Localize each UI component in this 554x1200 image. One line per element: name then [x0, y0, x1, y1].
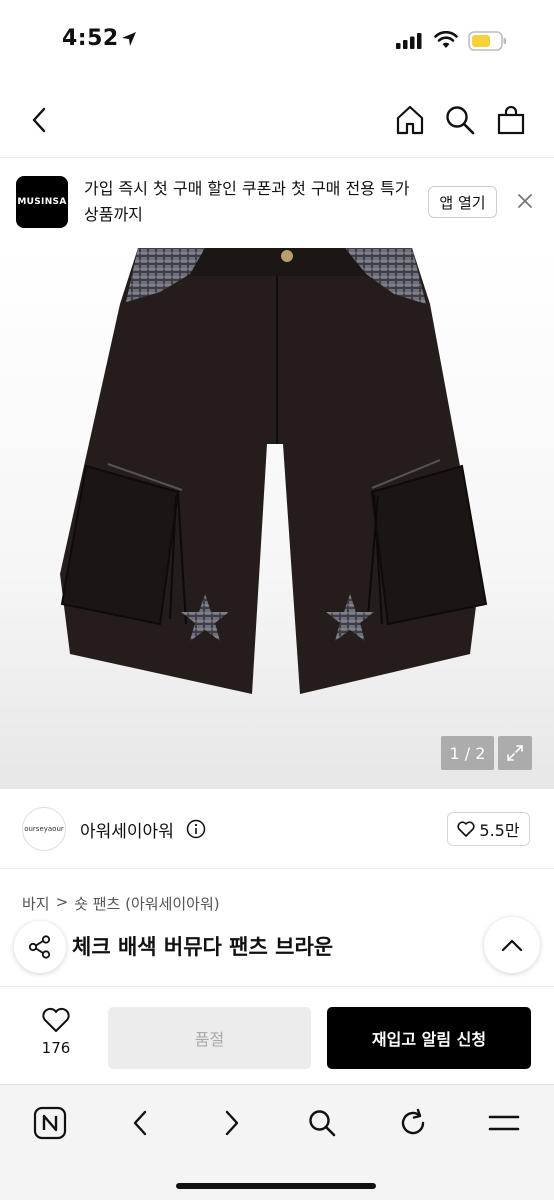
status-bar: 4:52: [0, 0, 554, 82]
share-button[interactable]: [14, 921, 66, 973]
search-icon: [309, 1110, 336, 1137]
browser-forward-button[interactable]: [212, 1103, 252, 1143]
home-button[interactable]: [392, 102, 428, 138]
wishlist-button[interactable]: 176: [22, 1007, 90, 1067]
app-header: [0, 82, 554, 158]
product-title-row: 체크 배색 버뮤다 팬츠 브라운: [0, 915, 554, 975]
browser-search-button[interactable]: [302, 1103, 342, 1143]
musinsa-logo: MUSINSA: [16, 176, 68, 228]
soldout-button: 품절: [108, 1007, 311, 1069]
home-indicator[interactable]: [176, 1183, 376, 1189]
shopping-bag-icon: [497, 105, 525, 135]
restock-alert-button[interactable]: 재입고 알림 신청: [327, 1007, 531, 1069]
share-icon: [28, 935, 51, 959]
brand-avatar[interactable]: ourseyaour: [22, 807, 66, 851]
browser-toolbar: [0, 1084, 554, 1200]
breadcrumb-category[interactable]: 바지: [22, 893, 50, 914]
browser-refresh-button[interactable]: [393, 1103, 433, 1143]
brand-row: ourseyaour 아워세이아워 5.5만: [0, 789, 554, 869]
open-app-button[interactable]: 앱 열기: [428, 186, 497, 218]
home-icon: [396, 105, 424, 135]
info-icon[interactable]: [186, 819, 206, 843]
browser-menu-button[interactable]: [484, 1103, 524, 1143]
image-counter: 1 / 2: [441, 736, 494, 770]
expand-icon: [507, 745, 523, 761]
status-time: 4:52: [62, 26, 119, 51]
breadcrumb: 바지 > 숏 팬츠 (아워세이아워): [22, 893, 220, 914]
close-icon: [518, 194, 532, 208]
search-button[interactable]: [442, 102, 478, 138]
browser-back-button[interactable]: [120, 1103, 160, 1143]
product-photo: [60, 248, 488, 694]
refresh-icon: [401, 1108, 425, 1135]
heart-icon: [457, 821, 475, 837]
menu-icon: [488, 1115, 520, 1131]
battery-icon: [468, 31, 508, 55]
wifi-icon: [434, 30, 458, 53]
signal-icon: [396, 33, 424, 53]
heart-icon: [42, 1007, 70, 1032]
product-title: 체크 배색 버뮤다 팬츠 브라운: [72, 935, 334, 959]
wishlist-count: 176: [41, 1039, 71, 1057]
cart-button[interactable]: [493, 102, 529, 138]
forward-arrow-icon: [225, 1110, 239, 1136]
brand-like-count: 5.5만: [479, 821, 520, 840]
brand-name[interactable]: 아워세이아워: [80, 817, 174, 842]
banner-message: 가입 즉시 첫 구매 할인 쿠폰과 첫 구매 전용 특가 상품까지: [84, 179, 410, 224]
naver-home-button[interactable]: [30, 1103, 70, 1143]
naver-icon: [33, 1106, 67, 1140]
close-banner-button[interactable]: [514, 190, 536, 212]
brand-like-button[interactable]: 5.5만: [447, 812, 530, 846]
expand-image-button[interactable]: [498, 736, 532, 770]
breadcrumb-separator: >: [55, 893, 69, 911]
product-image-gallery[interactable]: 1 / 2: [0, 244, 554, 789]
purchase-bar: 176 품절 재입고 알림 신청: [0, 986, 554, 1084]
app-install-banner: MUSINSA 가입 즉시 첫 구매 할인 쿠폰과 첫 구매 전용 특가 상품까…: [0, 158, 554, 244]
back-arrow-icon: [133, 1110, 147, 1136]
chevron-up-icon: [501, 939, 523, 952]
breadcrumb-subcategory[interactable]: 숏 팬츠 (아워세이아워): [74, 893, 219, 914]
chevron-left-icon: [32, 107, 46, 133]
scroll-top-button[interactable]: [484, 917, 540, 973]
back-button[interactable]: [22, 102, 58, 138]
location-arrow-icon: [120, 30, 138, 52]
search-icon: [446, 106, 475, 135]
